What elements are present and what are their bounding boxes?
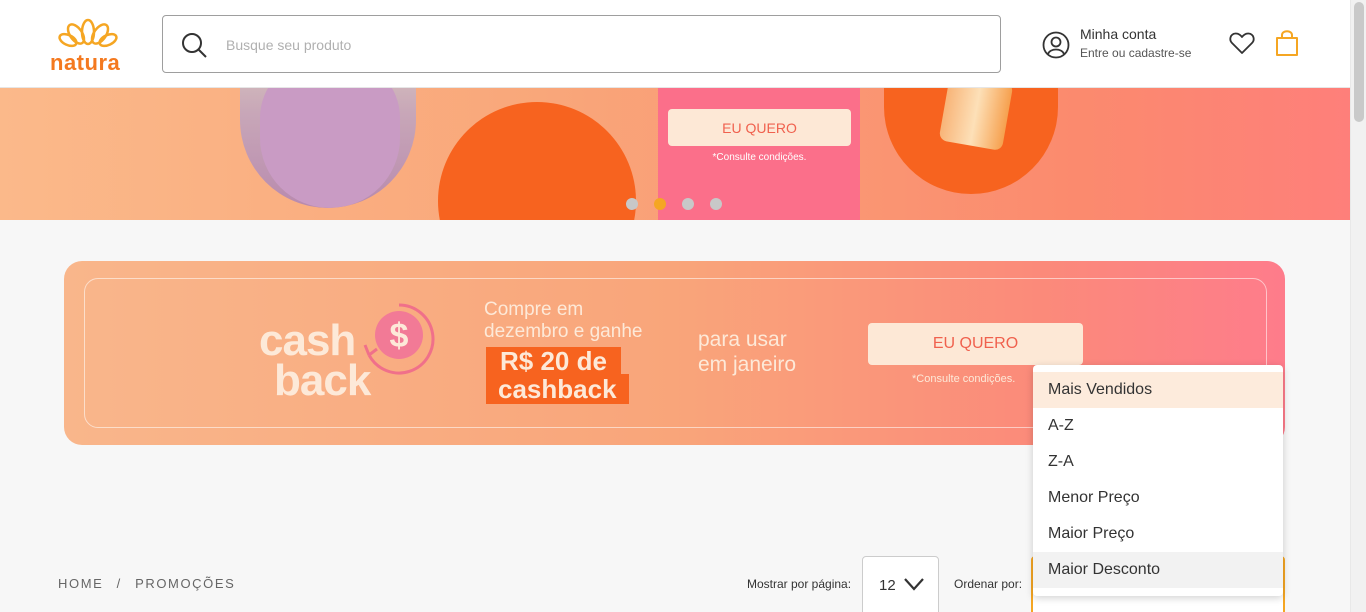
dollar-coin-icon: $ xyxy=(363,303,435,375)
heart-icon[interactable] xyxy=(1229,31,1255,55)
search-input[interactable] xyxy=(226,30,966,60)
hero-photo xyxy=(240,88,416,208)
user-icon xyxy=(1042,31,1070,59)
page-scrollbar[interactable] xyxy=(1350,0,1366,612)
hero-decoration xyxy=(438,102,636,220)
order-label: Ordenar por: xyxy=(954,577,1023,591)
flower-logo-icon xyxy=(58,18,118,48)
cashback-note: *Consulte condições. xyxy=(912,373,1016,385)
sort-option-a-z[interactable]: A-Z xyxy=(1033,408,1283,444)
breadcrumb-separator: / xyxy=(116,576,122,591)
sort-dropdown: Mais Vendidos A-Z Z-A Menor Preço Maior … xyxy=(1033,365,1283,596)
carousel-dot[interactable] xyxy=(626,198,638,210)
hero-cta-button[interactable]: EU QUERO xyxy=(668,109,851,146)
cashback-use2: em janeiro xyxy=(698,353,797,376)
per-page-select[interactable]: 12 xyxy=(862,556,939,612)
sort-option-maior-desconto[interactable]: Maior Desconto xyxy=(1033,552,1283,588)
search-icon[interactable] xyxy=(180,31,208,59)
carousel-dot[interactable] xyxy=(682,198,694,210)
chevron-down-icon xyxy=(904,578,924,591)
sort-option-z-a[interactable]: Z-A xyxy=(1033,444,1283,480)
sort-option-menor-preco[interactable]: Menor Preço xyxy=(1033,480,1283,516)
sort-option-mais-vendidos[interactable]: Mais Vendidos xyxy=(1033,372,1283,408)
breadcrumb-current: PROMOÇÕES xyxy=(135,576,236,591)
cash-word: cash xyxy=(259,316,356,365)
breadcrumb: HOME / PROMOÇÕES xyxy=(58,576,243,591)
cashback-amount: R$ 20 de xyxy=(486,347,621,376)
sort-option-maior-preco[interactable]: Maior Preço xyxy=(1033,516,1283,552)
back-word: back xyxy=(274,356,371,405)
scrollbar-thumb[interactable] xyxy=(1354,2,1364,122)
cashback-use1: para usar xyxy=(698,328,787,351)
shopping-bag-icon[interactable] xyxy=(1274,29,1300,57)
cashback-label: cashback xyxy=(486,374,629,404)
cashback-line2: dezembro e ganhe xyxy=(484,321,643,342)
cashback-line1: Compre em xyxy=(484,299,584,320)
carousel-dot-active[interactable] xyxy=(654,198,666,210)
account-subtitle: Entre ou cadastre-se xyxy=(1080,46,1192,60)
per-page-label: Mostrar por página: xyxy=(747,577,852,591)
per-page-value: 12 xyxy=(879,577,896,594)
carousel-dots xyxy=(626,198,722,210)
hero-carousel: EU QUERO *Consulte condições. xyxy=(0,88,1350,220)
svg-text:$: $ xyxy=(390,317,409,355)
hero-note: *Consulte condições. xyxy=(712,152,807,163)
cashback-cta-button[interactable]: EU QUERO xyxy=(868,323,1083,365)
account-link[interactable]: Minha conta Entre ou cadastre-se xyxy=(1042,26,1212,66)
product-image xyxy=(938,88,1014,152)
logo-wordmark: natura xyxy=(50,50,121,75)
account-title: Minha conta xyxy=(1080,26,1157,42)
search-box xyxy=(162,15,1001,73)
carousel-dot[interactable] xyxy=(710,198,722,210)
site-header: natura Minha conta Entre ou cadastre-se xyxy=(0,0,1350,88)
breadcrumb-home[interactable]: HOME xyxy=(58,576,103,591)
